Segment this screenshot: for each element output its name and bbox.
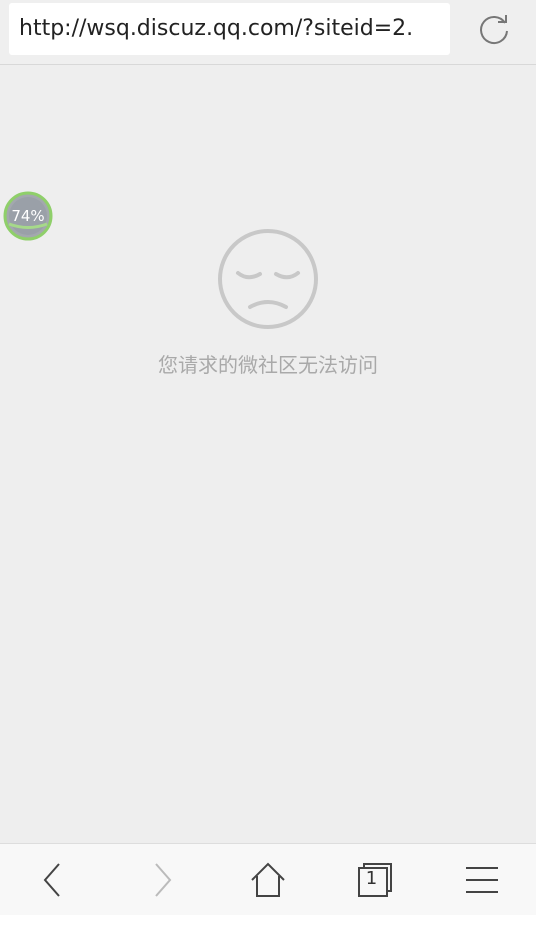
home-button[interactable] [214,844,321,916]
forward-button[interactable] [107,844,214,916]
address-bar: http://wsq.discuz.qq.com/?siteid=2. [0,0,536,65]
menu-icon [465,867,498,893]
progress-label: 74% [11,207,45,225]
url-input[interactable]: http://wsq.discuz.qq.com/?siteid=2. [9,3,450,55]
home-icon [250,862,285,897]
sad-face-icon [218,229,318,329]
page-content: 您请求的微社区无法访问 [0,65,536,843]
chevron-right-icon [154,863,171,897]
tabs-button[interactable]: 1 [321,844,428,916]
error-message: 您请求的微社区无法访问 [158,353,378,377]
chevron-left-icon [43,863,60,897]
back-button[interactable] [0,844,107,916]
bottom-strip [0,915,536,927]
tab-count: 1 [365,868,378,889]
bottom-toolbar: 1 [0,843,536,916]
reload-button[interactable] [476,12,512,48]
reload-icon [480,15,508,44]
menu-button[interactable] [428,844,535,916]
